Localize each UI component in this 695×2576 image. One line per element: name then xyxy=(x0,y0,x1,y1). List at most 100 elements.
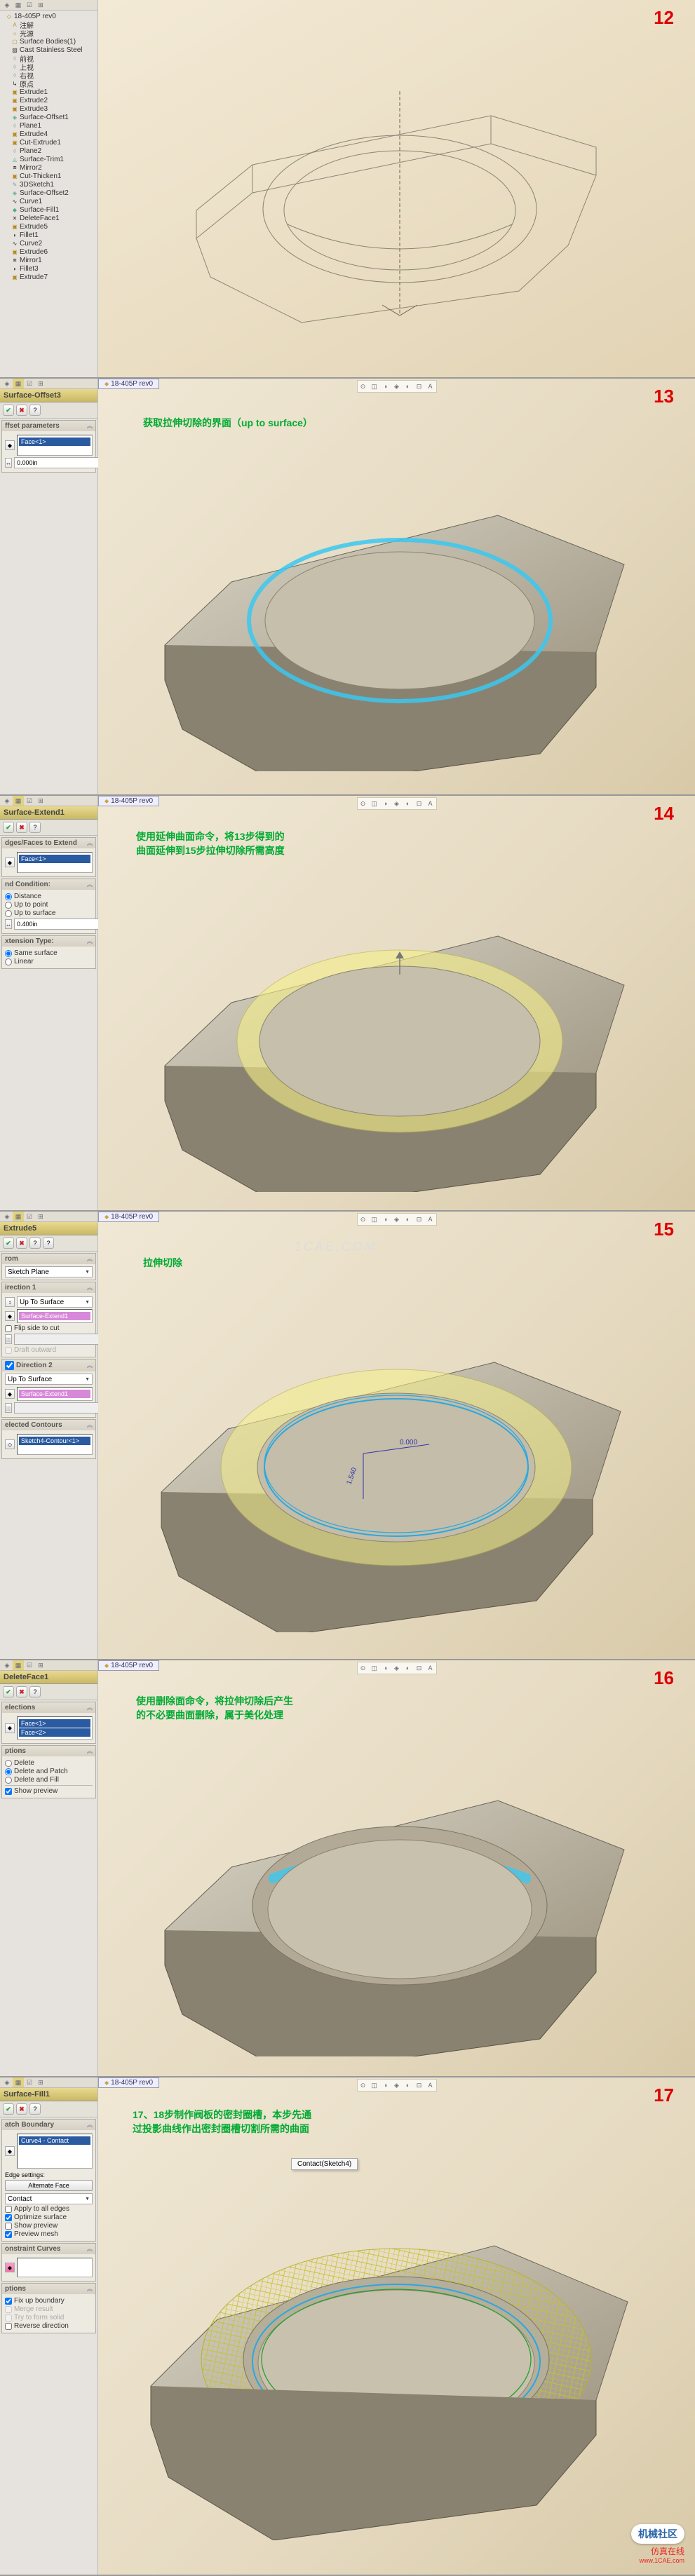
tree-so2[interactable]: Surface-Offset2 xyxy=(20,189,69,197)
feature-tree[interactable]: ◇18-405P rev0 A注解 ☼光源 ▢Surface Bodies(1)… xyxy=(0,11,97,283)
preview-checkbox[interactable] xyxy=(5,2223,12,2230)
tree-origin[interactable]: 原点 xyxy=(20,79,34,89)
selection-item[interactable]: Face<1> xyxy=(19,855,90,863)
constraint-box[interactable] xyxy=(17,2258,93,2277)
offset-distance-input[interactable] xyxy=(14,457,102,468)
conf-tab-icon[interactable]: ☑ xyxy=(24,0,35,10)
tree-plane1[interactable]: Plane1 xyxy=(20,122,41,130)
tree-mirror1[interactable]: Mirror1 xyxy=(20,257,42,264)
tree-tab-icon[interactable]: ◈ xyxy=(1,796,13,806)
delete-radio[interactable] xyxy=(5,1760,12,1767)
ok-button[interactable]: ✔ xyxy=(3,405,14,416)
tree-surftrim1[interactable]: Surface-Trim1 xyxy=(20,156,64,163)
selection-box[interactable]: Face<1> xyxy=(17,435,93,456)
delete-patch-radio[interactable] xyxy=(5,1768,12,1775)
tree-deletef[interactable]: DeleteFace1 xyxy=(20,215,60,222)
tree-extrude2[interactable]: Extrude2 xyxy=(20,97,48,104)
dir2-selection[interactable]: Surface-Extend1 xyxy=(19,1390,90,1398)
tree-3dsketch[interactable]: 3DSketch1 xyxy=(20,181,54,189)
tree-fillet1[interactable]: Fillet1 xyxy=(20,231,39,239)
tree-tab-icon[interactable]: ◈ xyxy=(1,379,13,388)
feature-tree-panel[interactable]: ◈ ▦ ☑ ⊞ ◇18-405P rev0 A注解 ☼光源 ▢Surface B… xyxy=(0,0,98,377)
file-tab[interactable]: 18-405P rev0 xyxy=(98,2077,159,2088)
help-button[interactable]: ? xyxy=(29,822,41,833)
linear-radio[interactable] xyxy=(5,958,12,965)
chevron-up-icon[interactable]: ︽ xyxy=(87,881,93,888)
tree-surffill[interactable]: Surface-Fill1 xyxy=(20,206,59,214)
same-surface-radio[interactable] xyxy=(5,950,12,957)
delete-fill-radio[interactable] xyxy=(5,1777,12,1784)
selection-item[interactable]: Face<1> xyxy=(19,438,90,446)
preview-mesh-checkbox[interactable] xyxy=(5,2231,12,2238)
dir2-dropdown[interactable]: Up To Surface▼ xyxy=(5,1374,93,1385)
selection-item[interactable]: Face<1> xyxy=(19,1719,90,1728)
chevron-up-icon[interactable]: ︽ xyxy=(87,2121,93,2129)
tree-extrude5[interactable]: Extrude5 xyxy=(20,223,48,231)
conf-tab-icon[interactable]: ☑ xyxy=(24,1660,35,1670)
prop-tab-icon[interactable]: ▦ xyxy=(13,1212,24,1221)
tree-tab-icon[interactable]: ◈ xyxy=(1,0,13,10)
file-tab[interactable]: 18-405P rev0 xyxy=(98,379,159,389)
flip-checkbox[interactable] xyxy=(5,1325,12,1332)
view-toolbar[interactable]: ⊙◫◑◈◐⊡A xyxy=(357,2079,437,2092)
help-button[interactable]: ? xyxy=(29,405,41,416)
cancel-button[interactable]: ✖ xyxy=(16,405,27,416)
tree-plane2[interactable]: Plane2 xyxy=(20,147,41,155)
file-tab[interactable]: 18-405P rev0 xyxy=(98,1212,159,1222)
graphics-viewport[interactable]: 18-405P rev0 ⊙◫◑◈◐⊡A 15 拉伸切除 1CAE.COM 0.… xyxy=(98,1212,695,1659)
tree-curve2[interactable]: Curve2 xyxy=(20,240,42,248)
tree-so1[interactable]: Surface-Offset1 xyxy=(20,114,69,121)
dim-tab-icon[interactable]: ⊞ xyxy=(35,1660,46,1670)
view-toolbar[interactable]: ⊙◫◑◈◐⊡A xyxy=(357,1662,437,1674)
tree-cutext1[interactable]: Cut-Extrude1 xyxy=(20,139,61,147)
selection-item[interactable]: Face<2> xyxy=(19,1728,90,1737)
chevron-up-icon[interactable]: ︽ xyxy=(87,1255,93,1263)
from-dropdown[interactable]: Sketch Plane▼ xyxy=(5,1266,93,1277)
dim-tab-icon[interactable]: ⊞ xyxy=(35,796,46,806)
ok-button[interactable]: ✔ xyxy=(3,1686,14,1697)
cancel-button[interactable]: ✖ xyxy=(16,1686,27,1697)
ok-button[interactable]: ✔ xyxy=(3,822,14,833)
help-button[interactable]: ? xyxy=(29,2103,41,2115)
contour-item[interactable]: Sketch4-Contour<1> xyxy=(19,1437,90,1445)
extend-distance-input[interactable] xyxy=(14,918,102,930)
chevron-up-icon[interactable]: ︽ xyxy=(87,2245,93,2253)
tree-tab-icon[interactable]: ◈ xyxy=(1,1212,13,1221)
graphics-viewport[interactable]: 18-405P rev0 ⊙◫◑◈◐⊡A 14 使用延伸曲面命令，将13步得到的… xyxy=(98,796,695,1210)
conf-tab-icon[interactable]: ☑ xyxy=(24,2077,35,2087)
conf-tab-icon[interactable]: ☑ xyxy=(24,1212,35,1221)
prop-tab-icon[interactable]: ▦ xyxy=(13,796,24,806)
tree-extrude1[interactable]: Extrude1 xyxy=(20,88,48,96)
uptopoint-radio[interactable] xyxy=(5,902,12,909)
graphics-viewport[interactable]: 18-405P rev0 ⊙◫◑◈◐⊡A 16 使用删除面命令，将拉伸切除后产生… xyxy=(98,1660,695,2076)
tree-extrude6[interactable]: Extrude6 xyxy=(20,248,48,256)
apply-all-checkbox[interactable] xyxy=(5,2206,12,2213)
chevron-up-icon[interactable]: ︽ xyxy=(87,1747,93,1755)
tree-mirror2[interactable]: Mirror2 xyxy=(20,164,42,172)
prop-tab-icon[interactable]: ▦ xyxy=(13,0,24,10)
alternate-face-button[interactable]: Alternate Face xyxy=(5,2180,93,2191)
tree-cutthicken[interactable]: Cut-Thicken1 xyxy=(20,172,61,180)
distance-radio[interactable] xyxy=(5,893,12,900)
graphics-viewport[interactable]: 18-405P rev0 ⊙◫◑◈◐⊡A 17 17、18步制作阀板的密封圈槽，… xyxy=(98,2077,695,2575)
property-manager-panel[interactable]: ◈ ▦ ☑ ⊞ Surface-Offset3 ✔ ✖ ? ffset para… xyxy=(0,379,98,794)
cancel-button[interactable]: ✖ xyxy=(16,822,27,833)
dir1-dropdown[interactable]: Up To Surface▼ xyxy=(17,1296,93,1308)
tree-extrude3[interactable]: Extrude3 xyxy=(20,105,48,113)
dim-tab-icon[interactable]: ⊞ xyxy=(35,1212,46,1221)
dir1-selection[interactable]: Surface-Extend1 xyxy=(19,1312,90,1320)
help-button[interactable]: ? xyxy=(43,1238,54,1249)
prop-tab-icon[interactable]: ▦ xyxy=(13,1660,24,1670)
view-toolbar[interactable]: ⊙◫◑◈◐⊡A xyxy=(357,1213,437,1226)
dim-tab-icon[interactable]: ⊞ xyxy=(35,379,46,388)
reverse-icon[interactable]: ↕ xyxy=(5,1297,15,1307)
edge-contact-dropdown[interactable]: Contact▼ xyxy=(5,2193,93,2204)
tree-bodies[interactable]: Surface Bodies(1) xyxy=(20,38,76,46)
selection-box[interactable]: Face<1> Face<2> xyxy=(17,1716,93,1740)
tree-curve1[interactable]: Curve1 xyxy=(20,198,42,205)
ok-button[interactable]: ✔ xyxy=(3,2103,14,2115)
cancel-button[interactable]: ✖ xyxy=(16,2103,27,2115)
dim-tab-icon[interactable]: ⊞ xyxy=(35,2077,46,2087)
chevron-up-icon[interactable]: ︽ xyxy=(87,937,93,945)
file-tab[interactable]: 18-405P rev0 xyxy=(98,1660,159,1671)
